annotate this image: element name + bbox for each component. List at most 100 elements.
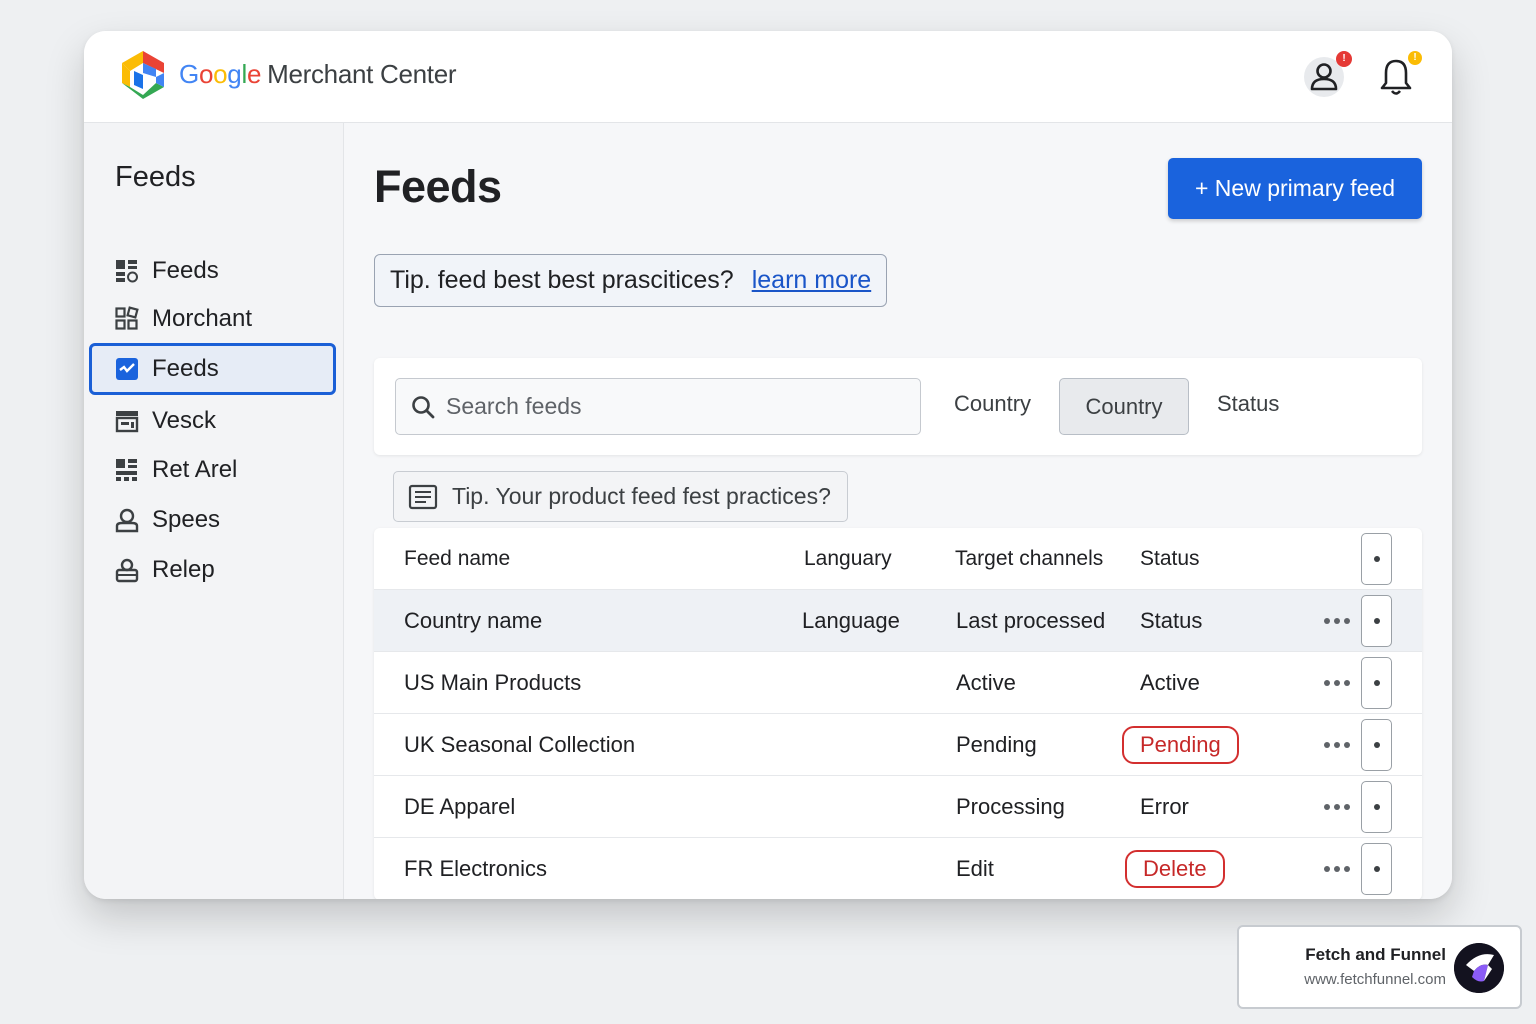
row-menu-button[interactable] (1361, 781, 1392, 833)
brand-letter: e (246, 59, 262, 89)
sidebar-item-feeds[interactable]: Feeds (89, 245, 336, 297)
subheader-cell: Last processed (956, 608, 1106, 633)
table-row[interactable]: US Main Products Active Active (374, 652, 1422, 714)
tip-banner-secondary: Tip. Your product feed fest practices? (393, 471, 848, 522)
column-header[interactable]: Target channels (955, 528, 1103, 590)
table-subheader: Country name Language Last processed Sta… (374, 590, 1422, 652)
row-menu-button[interactable] (1361, 843, 1392, 895)
sidebar-item-label: Feeds (152, 257, 219, 284)
tip-banner: Tip. feed best best prascitices? learn m… (374, 254, 887, 307)
dot-icon (1373, 556, 1380, 562)
more-options-icon[interactable] (1324, 590, 1350, 652)
sidebar-item-ret-arel[interactable]: Ret Arel (89, 444, 336, 496)
dot-icon (1373, 742, 1380, 748)
feed-name[interactable]: DE Apparel (404, 776, 515, 838)
subheader-cell: Country name (404, 608, 543, 633)
notification-badge: ! (1408, 51, 1422, 65)
sidebar-item-label: Feeds (152, 355, 219, 382)
feed-channel: Processing (956, 794, 1065, 819)
feed-name[interactable]: UK Seasonal Collection (404, 714, 635, 776)
learn-more-link[interactable]: learn more (752, 266, 872, 295)
sidebar-item-morchant[interactable]: Morchant (89, 293, 336, 345)
row-menu-button[interactable] (1361, 719, 1392, 771)
dot-icon (1373, 680, 1380, 686)
feed-channel: Pending (956, 732, 1037, 757)
grid-icon (114, 258, 140, 284)
dot-icon (1373, 804, 1380, 810)
dashboard-icon (114, 457, 140, 483)
feeds-icon (114, 356, 140, 382)
more-options-icon[interactable] (1324, 776, 1350, 838)
merchant-center-logo-icon (122, 51, 164, 99)
fetch-funnel-logo-icon (1454, 943, 1504, 993)
delete-button[interactable]: Delete (1125, 850, 1225, 888)
dot-icon (1373, 866, 1380, 872)
account-badge: ! (1336, 51, 1352, 67)
account-button[interactable]: ! (1302, 51, 1352, 99)
brand-letter: o (198, 59, 214, 89)
top-bar: Google Merchant Center ! ! (84, 31, 1452, 123)
sidebar-item-vesck[interactable]: Vesck (89, 395, 336, 447)
main-content: Feeds + New primary feed Tip. feed best … (344, 123, 1452, 899)
status-badge: Error (1140, 794, 1189, 819)
tip-text: Tip. feed best best prascitices? (390, 266, 734, 294)
subheader-cell: Status (1140, 608, 1203, 633)
sidebar-title: Feeds (115, 161, 196, 193)
brand-product: Merchant Center (267, 59, 457, 89)
feed-name[interactable]: FR Electronics (404, 838, 547, 899)
notifications-button[interactable]: ! (1374, 51, 1422, 99)
user-icon (114, 507, 140, 533)
edit-action[interactable]: Edit (956, 838, 994, 899)
subheader-cell: Language (802, 608, 900, 633)
watermark-name: Fetch and Funnel (1305, 945, 1446, 964)
brand-title: Google Merchant Center (179, 59, 457, 90)
more-options-icon[interactable] (1324, 652, 1350, 714)
more-options-icon[interactable] (1324, 838, 1350, 899)
sidebar-item-relep[interactable]: Relep (89, 544, 336, 596)
search-icon (412, 395, 435, 418)
apps-icon (114, 306, 140, 332)
sidebar-item-feeds-active[interactable]: Feeds (89, 343, 336, 395)
sidebar-item-label: Relep (152, 556, 215, 583)
brand-letter: o (213, 59, 228, 89)
brand-google: Google (179, 59, 261, 89)
feeds-table: Feed name Languary Target channels Statu… (374, 528, 1422, 899)
search-input[interactable] (446, 393, 906, 420)
status-badge: Active (1140, 670, 1200, 695)
table-header: Feed name Languary Target channels Statu… (374, 528, 1422, 590)
column-header[interactable]: Status (1140, 528, 1200, 590)
country-filter-chip[interactable]: Country (1059, 378, 1189, 435)
column-header[interactable]: Languary (804, 528, 892, 590)
app-window: Google Merchant Center ! ! Feeds Feeds M… (84, 31, 1452, 899)
filter-bar: Country Country Status (374, 358, 1422, 455)
table-row[interactable]: FR Electronics Edit Delete (374, 838, 1422, 899)
table-row[interactable]: DE Apparel Processing Error (374, 776, 1422, 838)
status-filter[interactable]: Status (1217, 391, 1279, 417)
status-badge-pending[interactable]: Pending (1122, 726, 1239, 764)
more-options-icon[interactable] (1324, 714, 1350, 776)
lock-icon (114, 557, 140, 583)
column-header[interactable]: Feed name (404, 528, 510, 590)
country-filter[interactable]: Country (954, 391, 1031, 417)
document-icon (408, 484, 438, 510)
brand-letter: G (179, 59, 199, 89)
store-icon (114, 408, 140, 434)
feed-name[interactable]: US Main Products (404, 652, 581, 714)
sidebar-item-label: Spees (152, 506, 221, 533)
feed-channel: Active (956, 670, 1016, 695)
table-row[interactable]: UK Seasonal Collection Pending Pending (374, 714, 1422, 776)
sidebar: Feeds Feeds Morchant Feeds Vesck Ret Are… (84, 123, 344, 899)
brand-letter: g (227, 59, 242, 89)
new-primary-feed-button[interactable]: + New primary feed (1168, 158, 1422, 219)
row-menu-button[interactable] (1361, 595, 1392, 647)
dot-icon (1373, 618, 1380, 624)
fetch-and-funnel-watermark: Fetch and Funnel www.fetchfunnel.com (1237, 925, 1522, 1009)
sidebar-item-label: Ret Arel (152, 456, 238, 483)
row-menu-button[interactable] (1361, 657, 1392, 709)
page-title: Feeds (374, 161, 502, 212)
watermark-url: www.fetchfunnel.com (1304, 971, 1446, 988)
row-menu-button[interactable] (1361, 533, 1392, 585)
search-box[interactable] (395, 378, 921, 435)
sidebar-item-label: Vesck (152, 407, 217, 434)
sidebar-item-spees[interactable]: Spees (89, 494, 336, 546)
